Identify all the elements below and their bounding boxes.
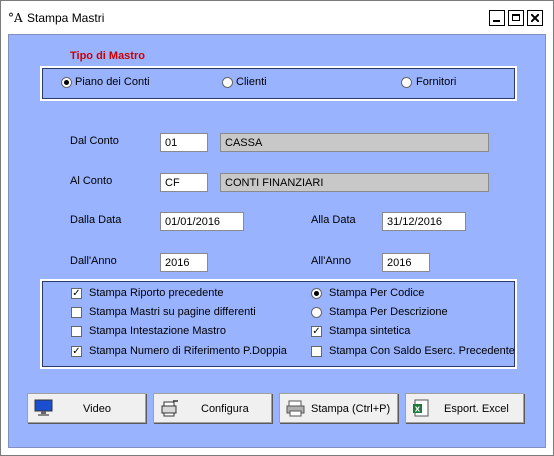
radio-piano-dei-conti-label: Piano dei Conti [75,76,150,88]
close-button[interactable] [527,10,543,26]
minimize-icon [493,20,500,22]
all-anno-input[interactable]: 2016 [382,253,430,272]
checkbox-numero-riferimento[interactable]: ✓ [71,346,82,357]
checkbox-saldo-precedente-label: Stampa Con Saldo Eserc. Precedente [329,345,515,357]
radio-fornitori[interactable] [401,77,412,88]
window-title: Stampa Mastri [27,11,105,25]
radio-clienti[interactable] [222,77,233,88]
radio-per-codice[interactable] [311,288,322,299]
maximize-icon [512,14,520,21]
minimize-button[interactable] [489,10,505,26]
dall-anno-input[interactable]: 2016 [160,253,208,272]
checkbox-intestazione-mastro[interactable] [71,326,82,337]
maximize-button[interactable] [508,10,524,26]
close-icon [531,14,539,22]
app-letter-a-icon: °A [8,11,23,25]
radio-per-codice-label: Stampa Per Codice [329,287,425,299]
dal-conto-code-input[interactable]: 01 [160,133,208,152]
excel-icon: X [413,399,429,417]
radio-fornitori-label: Fornitori [416,76,457,88]
alla-data-label: Alla Data [311,214,356,226]
radio-per-descrizione[interactable] [311,307,322,318]
checkbox-riporto-precedente[interactable]: ✓ [71,288,82,299]
radio-clienti-label: Clienti [236,76,267,88]
al-conto-description: CONTI FINANZIARI [220,173,489,192]
dal-conto-description: CASSA [220,133,489,152]
stampa-button[interactable]: Stampa (Ctrl+P) [279,393,398,423]
alla-data-input[interactable]: 31/12/2016 [382,212,466,231]
al-conto-label: Al Conto [70,175,113,187]
checkbox-numero-riferimento-label: Stampa Numero di Riferimento P.Doppia [89,345,287,357]
checkbox-saldo-precedente[interactable] [311,346,322,357]
printer-settings-icon [161,400,178,417]
radio-piano-dei-conti[interactable] [61,77,72,88]
dalla-data-input[interactable]: 01/01/2016 [160,212,244,231]
checkbox-riporto-precedente-label: Stampa Riporto precedente [89,287,224,299]
tipo-mastro-heading: Tipo di Mastro [70,50,145,62]
svg-text:X: X [415,406,421,414]
configura-button[interactable]: Configura [153,393,272,423]
esport-excel-button[interactable]: X Esport. Excel [405,393,524,423]
dall-anno-label: Dall'Anno [70,255,117,267]
title-bar[interactable]: °A Stampa Mastri [1,1,553,33]
checkbox-stampa-sintetica[interactable]: ✓ [311,326,322,337]
monitor-icon [34,399,53,416]
dalla-data-label: Dalla Data [70,214,122,226]
dal-conto-label: Dal Conto [70,135,119,147]
al-conto-code-input[interactable]: CF [160,173,208,192]
all-anno-label: All'Anno [311,255,352,267]
radio-per-descrizione-label: Stampa Per Descrizione [329,306,448,318]
checkbox-stampa-sintetica-label: Stampa sintetica [329,325,411,337]
printer-icon [286,400,305,417]
video-button[interactable]: Video [27,393,146,423]
checkbox-intestazione-mastro-label: Stampa Intestazione Mastro [89,325,226,337]
checkbox-pagine-differenti-label: Stampa Mastri su pagine differenti [89,306,256,318]
checkbox-pagine-differenti[interactable] [71,307,82,318]
